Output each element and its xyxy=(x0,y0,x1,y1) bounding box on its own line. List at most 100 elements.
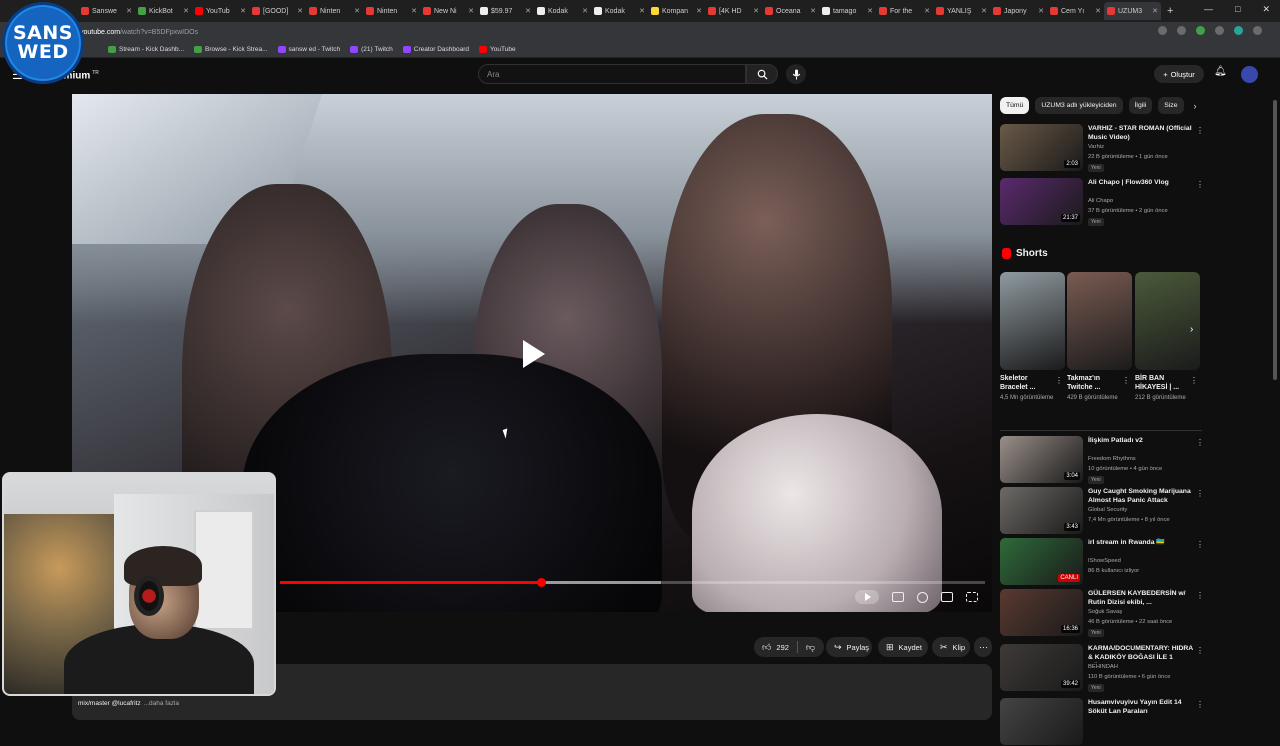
progress-scrubber[interactable] xyxy=(536,578,546,587)
more-vert-icon[interactable]: ⋮ xyxy=(1196,591,1204,600)
like-dislike-group[interactable]: 👍︎ 292 👎︎ xyxy=(754,637,824,657)
bookmark-item[interactable]: Creator Dashboard xyxy=(402,46,469,53)
share-button[interactable]: ↪ Paylaş xyxy=(826,637,872,657)
channel-name[interactable]: BEHINDAH xyxy=(1088,664,1118,670)
channel-name[interactable]: Soğuk Savaş xyxy=(1088,609,1122,615)
tab-close-icon[interactable]: ✕ xyxy=(1152,7,1158,15)
browser-tab[interactable]: KickBot ✕ xyxy=(135,2,192,20)
extension-icon[interactable] xyxy=(1196,26,1205,35)
video-title[interactable]: KARMA/DOCUMENTARY: HIDRA & KADIKÖY BOĞAS… xyxy=(1088,644,1193,663)
search-button[interactable] xyxy=(746,64,778,84)
show-more-link[interactable]: ...daha fazla xyxy=(144,700,179,707)
create-button[interactable]: + Oluştur xyxy=(1154,65,1204,83)
more-actions-button[interactable]: ⋯ xyxy=(974,637,992,657)
filter-chip[interactable]: UZUM3 adlı yükleyiciden xyxy=(1035,97,1123,114)
video-thumbnail[interactable]: 3:04 xyxy=(1000,436,1083,483)
tab-close-icon[interactable]: ✕ xyxy=(411,7,417,15)
tab-close-icon[interactable]: ✕ xyxy=(1095,7,1101,15)
tab-close-icon[interactable]: ✕ xyxy=(981,7,987,15)
short-card[interactable]: Skeletor Bracelet ... 4,5 Mn görüntüleme ⋮ xyxy=(1000,272,1065,402)
bookmark-item[interactable]: (21) Twitch xyxy=(350,46,393,53)
short-thumbnail[interactable] xyxy=(1135,272,1200,370)
short-thumbnail[interactable] xyxy=(1000,272,1065,370)
tab-close-icon[interactable]: ✕ xyxy=(867,7,873,15)
filter-chip[interactable]: İlgili xyxy=(1128,97,1153,114)
more-vert-icon[interactable]: ⋮ xyxy=(1196,646,1204,655)
tab-close-icon[interactable]: ✕ xyxy=(240,7,246,15)
short-title[interactable]: Takmaz'ın Twitche ... xyxy=(1067,374,1123,392)
channel-name[interactable]: Varhiz xyxy=(1088,144,1104,150)
address-bar[interactable]: youtube.com/watch?v=B5DFpxwIDOs xyxy=(0,22,1280,42)
browser-tab[interactable]: [GOOD] ✕ xyxy=(249,2,306,20)
bookmark-star-icon[interactable] xyxy=(1177,26,1186,35)
autoplay-toggle[interactable] xyxy=(855,590,879,604)
page-scrollbar[interactable] xyxy=(1273,100,1277,380)
related-video-item[interactable]: CANLI irl stream in Rwanda 🇷🇼 IShowSpeed 86… xyxy=(1000,538,1204,586)
fullscreen-icon[interactable] xyxy=(966,592,978,602)
short-title[interactable]: Skeletor Bracelet ... xyxy=(1000,374,1056,392)
browser-tab[interactable]: Ninten ✕ xyxy=(363,2,420,20)
profile-icon[interactable] xyxy=(1234,26,1243,35)
play-icon[interactable] xyxy=(512,334,552,374)
tab-close-icon[interactable]: ✕ xyxy=(696,7,702,15)
more-vert-icon[interactable]: ⋮ xyxy=(1190,376,1198,385)
short-card[interactable]: BİR BAN HİKAYESİ | ... 212 B görüntüleme ⋮ xyxy=(1135,272,1200,402)
tab-close-icon[interactable]: ✕ xyxy=(810,7,816,15)
bookmark-item[interactable]: sansw ed - Twitch xyxy=(277,46,340,53)
shorts-next-chevron-icon[interactable]: › xyxy=(1190,324,1193,335)
browser-tab[interactable]: $59.97 ✕ xyxy=(477,2,534,20)
save-button[interactable]: ⊞ Kaydet xyxy=(878,637,928,657)
related-video-item[interactable]: 16:36 GÜLERSEN KAYBEDERSİN w/ Rutin Dizis… xyxy=(1000,589,1204,637)
browser-tab[interactable]: tamago ✕ xyxy=(819,2,876,20)
browser-tab[interactable]: Kodak ✕ xyxy=(534,2,591,20)
video-thumbnail[interactable]: 2:03 xyxy=(1000,124,1083,171)
short-thumbnail[interactable] xyxy=(1067,272,1132,370)
miniplayer-icon[interactable] xyxy=(941,592,953,602)
related-video-item[interactable]: 3:04 İlişkim Patladı v2 Freedom Rhythms 10 … xyxy=(1000,436,1204,484)
tab-close-icon[interactable]: ✕ xyxy=(525,7,531,15)
close-window-icon[interactable]: ✕ xyxy=(1262,4,1270,15)
new-tab-icon[interactable]: + xyxy=(1167,5,1173,17)
channel-name[interactable]: Freedom Rhythms xyxy=(1088,456,1136,462)
tab-close-icon[interactable]: ✕ xyxy=(126,7,132,15)
browser-tab[interactable]: Japony ✕ xyxy=(990,2,1047,20)
video-thumbnail[interactable]: 21:37 xyxy=(1000,178,1083,225)
puzzle-icon[interactable] xyxy=(1215,26,1224,35)
related-video-item[interactable]: Husamvivuyivu Yayın Edit 14 Söküt Lan Pa… xyxy=(1000,698,1204,746)
related-video-item[interactable]: 3:43 Guy Caught Smoking Marijuana Almost … xyxy=(1000,487,1204,535)
progress-bar[interactable] xyxy=(280,578,985,587)
related-video-item[interactable]: 21:37 Ali Chapo | Flow360 Vlog Ali Chapo 37… xyxy=(1000,178,1204,226)
subtitles-icon[interactable] xyxy=(892,592,904,602)
browser-tab[interactable]: Cem Yı ✕ xyxy=(1047,2,1104,20)
tab-close-icon[interactable]: ✕ xyxy=(183,7,189,15)
short-title[interactable]: BİR BAN HİKAYESİ | ... xyxy=(1135,374,1191,392)
short-card[interactable]: Takmaz'ın Twitche ... 429 B görüntüleme ⋮ xyxy=(1067,272,1132,402)
video-thumbnail[interactable]: 16:36 xyxy=(1000,589,1083,636)
filter-chip[interactable]: Size xyxy=(1158,97,1184,114)
like-icon[interactable]: 👍︎ xyxy=(762,642,771,653)
bookmark-item[interactable]: Browse - Kick Strea... xyxy=(194,46,268,53)
browser-tab[interactable]: YANLIŞ ✕ xyxy=(933,2,990,20)
search-input[interactable]: Ara xyxy=(478,64,746,84)
browser-tab[interactable]: Kompan ✕ xyxy=(648,2,705,20)
url-text[interactable]: youtube.com/watch?v=B5DFpxwIDOs xyxy=(80,29,198,36)
more-vert-icon[interactable]: ⋮ xyxy=(1196,489,1204,498)
tab-close-icon[interactable]: ✕ xyxy=(924,7,930,15)
install-icon[interactable] xyxy=(1158,26,1167,35)
channel-name[interactable]: IShowSpeed xyxy=(1088,558,1121,564)
video-title[interactable]: GÜLERSEN KAYBEDERSİN w/ Rutin Dizisi eki… xyxy=(1088,589,1193,607)
bookmark-item[interactable]: YouTube xyxy=(479,46,516,53)
notifications-bell-icon[interactable]: 🔔︎ xyxy=(1214,66,1227,77)
tab-close-icon[interactable]: ✕ xyxy=(639,7,645,15)
filter-chip[interactable]: Tümü xyxy=(1000,97,1030,114)
tab-close-icon[interactable]: ✕ xyxy=(1038,7,1044,15)
tab-close-icon[interactable]: ✕ xyxy=(297,7,303,15)
more-vert-icon[interactable]: ⋮ xyxy=(1122,376,1130,385)
more-vert-icon[interactable]: ⋮ xyxy=(1196,180,1204,189)
channel-name[interactable]: Ali Chapo xyxy=(1088,198,1113,204)
tab-close-icon[interactable]: ✕ xyxy=(753,7,759,15)
browser-tab[interactable]: Oceana ✕ xyxy=(762,2,819,20)
video-title[interactable]: Ali Chapo | Flow360 Vlog xyxy=(1088,178,1193,187)
more-vert-icon[interactable]: ⋮ xyxy=(1196,126,1204,135)
video-thumbnail[interactable]: CANLI xyxy=(1000,538,1083,585)
